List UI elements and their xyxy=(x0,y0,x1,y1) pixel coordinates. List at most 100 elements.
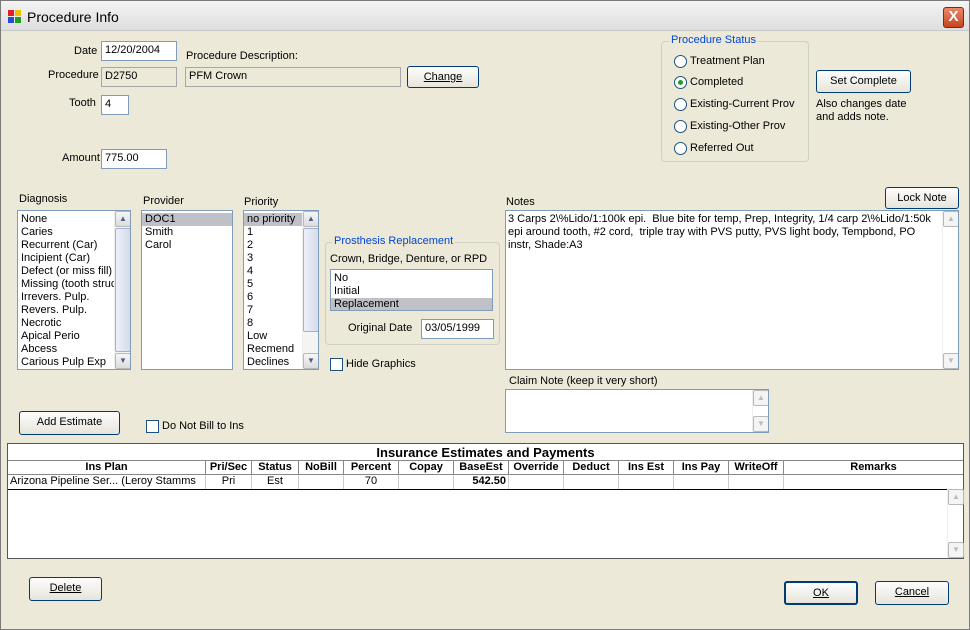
column-header[interactable]: Pri/Sec xyxy=(206,461,252,475)
hide-graphics-checkbox[interactable] xyxy=(330,358,343,371)
diagnosis-listbox[interactable]: None Caries Recurrent (Car) Incipient (C… xyxy=(17,210,131,370)
column-header[interactable]: Deduct xyxy=(564,461,619,475)
set-complete-button[interactable]: Set Complete xyxy=(816,70,911,93)
notes-textarea[interactable]: 3 Carps 2\%Lido/1:100k epi. Blue bite fo… xyxy=(505,210,959,370)
list-item[interactable]: No xyxy=(331,272,492,285)
claim-note-textarea[interactable]: ▲ ▼ xyxy=(505,389,769,433)
delete-button-label: Delete xyxy=(49,582,82,594)
notes-scrollbar[interactable]: ▲ ▼ xyxy=(942,211,958,369)
claim-note-scrollbar[interactable]: ▲ ▼ xyxy=(752,390,768,432)
column-header[interactable]: Ins Plan xyxy=(8,461,206,475)
diagnosis-label: Diagnosis xyxy=(19,193,68,205)
table-cell[interactable]: Est xyxy=(252,475,299,489)
table-cell[interactable] xyxy=(509,475,564,489)
list-item[interactable]: DOC1 xyxy=(142,213,232,226)
column-header[interactable]: Ins Pay xyxy=(674,461,729,475)
grid-scrollbar[interactable]: ▲ ▼ xyxy=(947,489,964,558)
column-header[interactable]: Override xyxy=(509,461,564,475)
ok-button[interactable]: OK xyxy=(784,581,858,605)
scroll-thumb[interactable] xyxy=(115,228,130,352)
scroll-down-icon[interactable]: ▼ xyxy=(943,353,958,369)
title-bar: Procedure Info X xyxy=(1,1,969,31)
list-item[interactable]: Replacement xyxy=(331,298,492,310)
column-header[interactable]: BaseEst xyxy=(454,461,509,475)
table-cell[interactable] xyxy=(299,475,344,489)
scroll-down-icon[interactable]: ▼ xyxy=(948,542,964,558)
prosthesis-subtitle: Crown, Bridge, Denture, or RPD xyxy=(330,253,488,265)
scroll-down-icon[interactable]: ▼ xyxy=(753,416,768,432)
date-field[interactable]: 12/20/2004 xyxy=(101,41,177,61)
window-title: Procedure Info xyxy=(27,9,119,25)
column-header[interactable]: NoBill xyxy=(299,461,344,475)
procedure-description-field: PFM Crown xyxy=(185,67,401,87)
scroll-thumb[interactable] xyxy=(303,228,318,332)
scroll-up-icon[interactable]: ▲ xyxy=(948,489,964,505)
list-item[interactable]: Initial xyxy=(331,285,492,298)
existing-other-prov-label: Existing-Other Prov xyxy=(690,120,786,132)
prosthesis-replacement-group: Prosthesis Replacement Crown, Bridge, De… xyxy=(325,235,500,345)
table-cell[interactable]: Pri xyxy=(206,475,252,489)
change-button-label: Change xyxy=(423,71,463,83)
column-header[interactable]: WriteOff xyxy=(729,461,784,475)
scroll-up-icon[interactable]: ▲ xyxy=(753,390,768,406)
date-label: Date xyxy=(74,45,98,57)
procedure-description-label: Procedure Description: xyxy=(186,50,298,62)
column-header[interactable]: Ins Est xyxy=(619,461,674,475)
hide-graphics-label: Hide Graphics xyxy=(346,358,416,370)
priority-listbox[interactable]: no priority 1 2 3 4 5 6 7 8 Low Recmend … xyxy=(243,210,319,370)
radio-existing-current-prov[interactable] xyxy=(674,98,687,111)
column-header[interactable]: Percent xyxy=(344,461,399,475)
radio-treatment-plan[interactable] xyxy=(674,55,687,68)
table-cell[interactable]: 542.50 xyxy=(454,475,509,489)
table-cell[interactable] xyxy=(399,475,454,489)
diagnosis-scrollbar[interactable]: ▲ ▼ xyxy=(114,211,130,369)
scroll-down-icon[interactable]: ▼ xyxy=(115,353,130,369)
table-cell[interactable] xyxy=(729,475,784,489)
do-not-bill-label: Do Not Bill to Ins xyxy=(162,420,244,432)
provider-label: Provider xyxy=(143,195,184,207)
tooth-field[interactable]: 4 xyxy=(101,95,129,115)
add-estimate-button[interactable]: Add Estimate xyxy=(19,411,120,435)
table-cell[interactable] xyxy=(564,475,619,489)
insurance-grid: Insurance Estimates and Payments Ins Pla… xyxy=(7,443,964,559)
notes-label: Notes xyxy=(506,196,535,208)
do-not-bill-checkbox[interactable] xyxy=(146,420,159,433)
cancel-button[interactable]: Cancel xyxy=(875,581,949,605)
radio-referred-out[interactable] xyxy=(674,142,687,155)
change-button[interactable]: Change xyxy=(407,66,479,88)
list-item[interactable]: Carol xyxy=(142,239,232,252)
list-item[interactable]: Smith xyxy=(142,226,232,239)
scroll-up-icon[interactable]: ▲ xyxy=(303,211,318,227)
table-cell[interactable] xyxy=(674,475,729,489)
procedure-info-window: Procedure Info X Date 12/20/2004 Procedu… xyxy=(0,0,970,630)
column-header[interactable]: Copay xyxy=(399,461,454,475)
original-date-field[interactable]: 03/05/1999 xyxy=(421,319,494,339)
table-cell[interactable] xyxy=(784,475,947,489)
procedure-status-title: Procedure Status xyxy=(669,34,758,46)
scroll-up-icon[interactable]: ▲ xyxy=(943,211,958,227)
insurance-grid-title: Insurance Estimates and Payments xyxy=(8,444,963,461)
scroll-up-icon[interactable]: ▲ xyxy=(115,211,130,227)
delete-button[interactable]: Delete xyxy=(29,577,102,601)
treatment-plan-label: Treatment Plan xyxy=(690,55,765,67)
notes-text: 3 Carps 2\%Lido/1:100k epi. Blue bite fo… xyxy=(508,213,934,251)
procedure-label: Procedure xyxy=(48,69,99,81)
procedure-status-group: Procedure Status Treatment Plan Complete… xyxy=(661,34,809,162)
set-complete-hint-line1: Also changes date xyxy=(816,98,907,110)
set-complete-hint-line2: and adds note. xyxy=(816,111,889,123)
lock-note-button[interactable]: Lock Note xyxy=(885,187,959,209)
radio-existing-other-prov[interactable] xyxy=(674,120,687,133)
tooth-label: Tooth xyxy=(69,97,96,109)
priority-scrollbar[interactable]: ▲ ▼ xyxy=(302,211,318,369)
table-cell[interactable]: Arizona Pipeline Ser... (Leroy Stamms xyxy=(8,475,206,489)
amount-field[interactable]: 775.00 xyxy=(101,149,167,169)
table-cell[interactable]: 70 xyxy=(344,475,399,489)
scroll-down-icon[interactable]: ▼ xyxy=(303,353,318,369)
provider-listbox[interactable]: DOC1 Smith Carol xyxy=(141,210,233,370)
prosthesis-listbox[interactable]: No Initial Replacement xyxy=(330,269,493,311)
column-header[interactable]: Status xyxy=(252,461,299,475)
table-cell[interactable] xyxy=(619,475,674,489)
close-icon[interactable]: X xyxy=(943,7,964,28)
radio-completed[interactable] xyxy=(674,76,687,89)
column-header[interactable]: Remarks xyxy=(784,461,963,475)
